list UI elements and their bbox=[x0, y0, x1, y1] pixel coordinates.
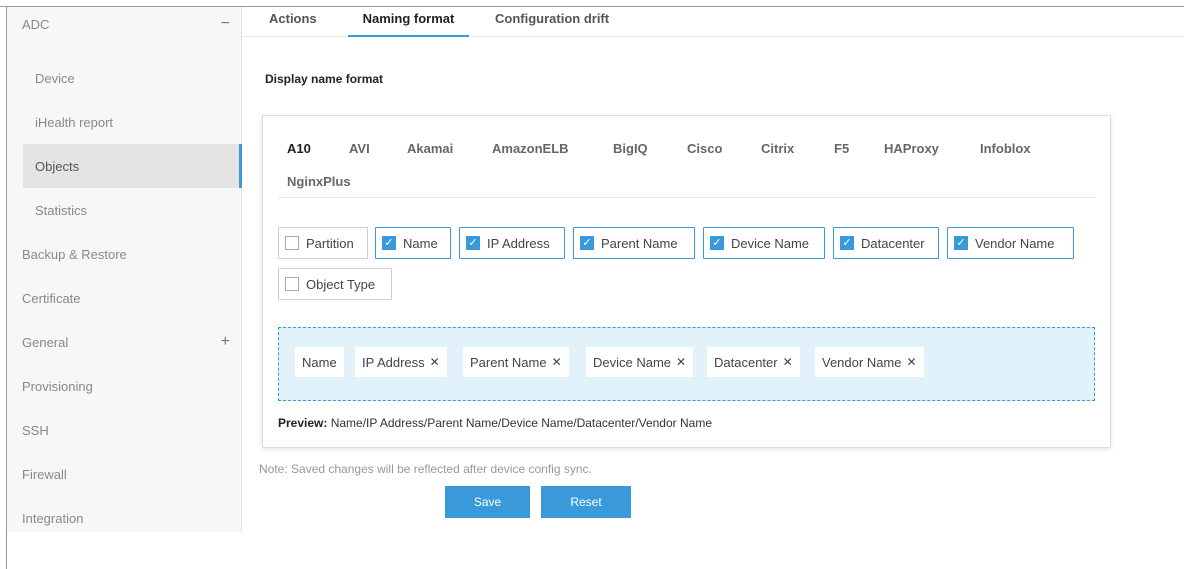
sidebar: ADC − Device iHealth report Objects Stat… bbox=[7, 7, 242, 532]
sidebar-item-ssh[interactable]: SSH bbox=[7, 408, 242, 452]
sidebar-item-label: iHealth report bbox=[35, 114, 114, 130]
section-title: Display name format bbox=[265, 72, 384, 86]
checkbox-label: IP Address bbox=[487, 235, 550, 251]
checkbox-label: Parent Name bbox=[601, 235, 678, 251]
field-checkbox-partition[interactable]: Partition bbox=[278, 227, 368, 259]
checkbox-label: Name bbox=[403, 235, 438, 251]
sidebar-item-provisioning[interactable]: Provisioning bbox=[7, 364, 242, 408]
tab-actions[interactable]: Actions bbox=[269, 11, 317, 37]
chip-label: Datacenter bbox=[714, 354, 778, 370]
remove-icon[interactable]: ✕ bbox=[552, 355, 562, 369]
chip-label: Parent Name bbox=[470, 354, 547, 370]
field-checkbox-parent-name[interactable]: ✓ Parent Name bbox=[573, 227, 695, 259]
remove-icon[interactable]: ✕ bbox=[907, 355, 917, 369]
selected-chip-device-name[interactable]: Device Name ✕ bbox=[586, 347, 694, 377]
vendor-tab-cisco[interactable]: Cisco bbox=[687, 141, 722, 156]
preview-line: Preview: Name/IP Address/Parent Name/Dev… bbox=[278, 416, 712, 430]
tab-naming-format[interactable]: Naming format bbox=[348, 11, 469, 37]
checkbox-unchecked-icon bbox=[285, 236, 299, 250]
tab-bar: Actions Naming format Configuration drif… bbox=[242, 7, 1184, 37]
vendor-tab-bar: A10 AVI Akamai AmazonELB BigIQ Cisco Cit… bbox=[278, 136, 1095, 198]
reset-button[interactable]: Reset bbox=[541, 486, 631, 518]
sidebar-item-statistics[interactable]: Statistics bbox=[7, 188, 242, 232]
collapse-icon[interactable]: − bbox=[221, 15, 230, 33]
sync-note: Note: Saved changes will be reflected af… bbox=[259, 462, 592, 476]
vendor-tab-a10[interactable]: A10 bbox=[287, 141, 311, 156]
vendor-tab-amazonelb[interactable]: AmazonELB bbox=[492, 141, 569, 156]
selected-chip-ip-address[interactable]: IP Address ✕ bbox=[355, 347, 447, 377]
sidebar-item-label: Certificate bbox=[22, 290, 81, 306]
chip-label: Vendor Name bbox=[822, 354, 902, 370]
preview-value: Name/IP Address/Parent Name/Device Name/… bbox=[330, 416, 712, 430]
vendor-tab-citrix[interactable]: Citrix bbox=[761, 141, 794, 156]
chip-label: Device Name bbox=[593, 354, 672, 370]
chip-label: Name bbox=[302, 354, 337, 370]
naming-format-card: A10 AVI Akamai AmazonELB BigIQ Cisco Cit… bbox=[262, 115, 1111, 448]
vendor-tab-akamai[interactable]: Akamai bbox=[407, 141, 453, 156]
field-checkbox-datacenter[interactable]: ✓ Datacenter bbox=[833, 227, 939, 259]
sidebar-item-label: SSH bbox=[22, 422, 49, 438]
sidebar-item-label: Device bbox=[35, 70, 75, 86]
checkbox-label: Datacenter bbox=[861, 235, 925, 251]
sidebar-item-label: Statistics bbox=[35, 202, 88, 218]
selected-fields-dropzone[interactable]: Name IP Address ✕ Parent Name ✕ Device N… bbox=[278, 327, 1095, 401]
field-checkbox-vendor-name[interactable]: ✓ Vendor Name bbox=[947, 227, 1074, 259]
field-checkbox-ip-address[interactable]: ✓ IP Address bbox=[459, 227, 565, 259]
checkbox-label: Vendor Name bbox=[975, 235, 1055, 251]
sidebar-item-label: ADC bbox=[22, 16, 50, 32]
remove-icon[interactable]: ✕ bbox=[676, 355, 686, 369]
vendor-tab-nginxplus[interactable]: NginxPlus bbox=[287, 174, 351, 189]
sidebar-item-certificate[interactable]: Certificate bbox=[7, 276, 242, 320]
sidebar-item-label: Provisioning bbox=[22, 378, 93, 394]
checkmark-icon: ✓ bbox=[382, 236, 396, 250]
vendor-tab-avi[interactable]: AVI bbox=[349, 141, 370, 156]
checkmark-icon: ✓ bbox=[466, 236, 480, 250]
tab-configuration-drift[interactable]: Configuration drift bbox=[495, 11, 609, 37]
checkmark-icon: ✓ bbox=[840, 236, 854, 250]
sidebar-item-label: General bbox=[22, 334, 69, 350]
sidebar-item-integration[interactable]: Integration bbox=[7, 496, 242, 540]
preview-label: Preview: bbox=[278, 416, 328, 430]
vendor-tab-bigiq[interactable]: BigIQ bbox=[613, 141, 648, 156]
remove-icon[interactable]: ✕ bbox=[430, 355, 440, 369]
vendor-tab-haproxy[interactable]: HAProxy bbox=[884, 141, 939, 156]
sidebar-item-ihealth-report[interactable]: iHealth report bbox=[7, 100, 242, 144]
save-button[interactable]: Save bbox=[445, 486, 530, 518]
checkmark-icon: ✓ bbox=[580, 236, 594, 250]
sidebar-item-label: Objects bbox=[35, 158, 80, 174]
checkmark-icon: ✓ bbox=[954, 236, 968, 250]
checkmark-icon: ✓ bbox=[710, 236, 724, 250]
sidebar-item-adc[interactable]: ADC − bbox=[7, 2, 242, 46]
checkbox-label: Partition bbox=[306, 235, 354, 251]
expand-icon[interactable]: + bbox=[221, 333, 230, 351]
selected-chip-name[interactable]: Name bbox=[295, 347, 344, 377]
vendor-tab-f5[interactable]: F5 bbox=[834, 141, 849, 156]
sidebar-item-device[interactable]: Device bbox=[7, 56, 242, 100]
sidebar-item-label: Integration bbox=[22, 510, 84, 526]
sidebar-item-firewall[interactable]: Firewall bbox=[7, 452, 242, 496]
selected-chip-parent-name[interactable]: Parent Name ✕ bbox=[463, 347, 569, 377]
field-checkbox-name[interactable]: ✓ Name bbox=[375, 227, 451, 259]
selected-chip-datacenter[interactable]: Datacenter ✕ bbox=[707, 347, 800, 377]
selected-chip-vendor-name[interactable]: Vendor Name ✕ bbox=[815, 347, 924, 377]
checkbox-label: Object Type bbox=[306, 276, 376, 292]
field-checkbox-object-type[interactable]: Object Type bbox=[278, 268, 392, 300]
checkbox-unchecked-icon bbox=[285, 277, 299, 291]
sidebar-item-backup-restore[interactable]: Backup & Restore bbox=[7, 232, 242, 276]
checkbox-label: Device Name bbox=[731, 235, 810, 251]
sidebar-item-general[interactable]: General + bbox=[7, 320, 242, 364]
sidebar-item-objects[interactable]: Objects bbox=[23, 144, 242, 188]
field-checkbox-device-name[interactable]: ✓ Device Name bbox=[703, 227, 825, 259]
sidebar-item-label: Firewall bbox=[22, 466, 67, 482]
chip-label: IP Address bbox=[362, 354, 425, 370]
vendor-tab-infoblox[interactable]: Infoblox bbox=[980, 141, 1031, 156]
sidebar-item-label: Backup & Restore bbox=[22, 246, 127, 262]
remove-icon[interactable]: ✕ bbox=[783, 355, 793, 369]
